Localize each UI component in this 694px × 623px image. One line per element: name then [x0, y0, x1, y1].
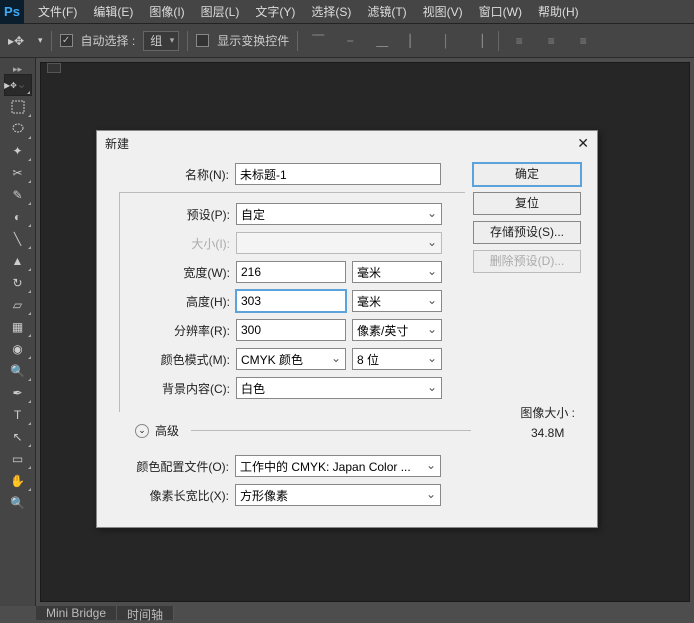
background-select[interactable]: 白色 — [236, 377, 442, 399]
ps-logo: Ps — [0, 0, 24, 24]
menu-edit[interactable]: 编辑(E) — [85, 3, 141, 20]
height-label: 高度(H): — [120, 293, 236, 310]
crop-tool[interactable]: ✂ — [4, 162, 32, 184]
color-mode-select[interactable]: CMYK 颜色 — [236, 348, 346, 370]
auto-select-combo[interactable]: 组 — [143, 31, 179, 51]
color-profile-select[interactable]: 工作中的 CMYK: Japan Color ... — [235, 455, 441, 477]
dialog-buttons: 确定 复位 存储预设(S)... 删除预设(D)... — [473, 163, 581, 273]
align-bottom-icon[interactable]: ⎽ — [370, 30, 394, 52]
history-brush-tool[interactable]: ↻ — [4, 272, 32, 294]
show-transform-checkbox[interactable] — [196, 34, 209, 47]
eyedropper-tool[interactable]: ✎ — [4, 184, 32, 206]
menu-file[interactable]: 文件(F) — [30, 3, 85, 20]
new-document-dialog: 新建 ✕ 名称(N): 确定 复位 存储预设(S)... 删除预设(D)... … — [96, 130, 598, 528]
separator — [297, 31, 298, 51]
dodge-tool[interactable]: 🔍 — [4, 360, 32, 382]
menu-bar: Ps 文件(F) 编辑(E) 图像(I) 图层(L) 文字(Y) 选择(S) 滤… — [0, 0, 694, 24]
menu-type[interactable]: 文字(Y) — [247, 3, 303, 20]
dialog-titlebar: 新建 ✕ — [97, 131, 597, 155]
separator — [187, 31, 188, 51]
auto-select-label: 自动选择 : — [81, 32, 136, 49]
auto-select-checkbox[interactable]: ✓ — [60, 34, 73, 47]
background-label: 背景内容(C): — [120, 380, 236, 397]
eraser-tool[interactable]: ▱ — [4, 294, 32, 316]
dialog-title: 新建 — [105, 135, 129, 152]
divider — [191, 430, 471, 431]
tool-preset-dropdown[interactable]: ▾ — [38, 35, 43, 46]
text-tool[interactable]: T — [4, 404, 32, 426]
height-input[interactable] — [236, 290, 346, 312]
delete-preset-button: 删除预设(D)... — [473, 250, 581, 273]
menu-filter[interactable]: 滤镜(T) — [359, 3, 414, 20]
width-input[interactable] — [236, 261, 346, 283]
close-button[interactable]: ✕ — [577, 135, 589, 152]
shape-tool[interactable]: ▭ — [4, 448, 32, 470]
resolution-unit-select[interactable]: 像素/英寸 — [352, 319, 442, 341]
size-label: 大小(I): — [120, 235, 236, 252]
bit-depth-select[interactable]: 8 位 — [352, 348, 442, 370]
gradient-tool[interactable]: ▦ — [4, 316, 32, 338]
color-mode-label: 颜色模式(M): — [120, 351, 236, 368]
resolution-input[interactable] — [236, 319, 346, 341]
zoom-tool[interactable]: 🔍 — [4, 492, 32, 514]
show-transform-label: 显示变换控件 — [217, 32, 289, 49]
color-profile-label: 颜色配置文件(O): — [109, 458, 235, 475]
wand-tool[interactable]: ✦ — [4, 140, 32, 162]
image-size-value: 34.8M — [520, 423, 575, 443]
heal-tool[interactable]: ◐ — [4, 206, 32, 228]
align-hcenter-icon[interactable]: │ — [434, 30, 458, 52]
path-tool[interactable]: ↖ — [4, 426, 32, 448]
move-tool-icon: ▸✥ — [8, 34, 30, 48]
menu-view[interactable]: 视图(V) — [415, 3, 471, 20]
save-preset-button[interactable]: 存储预设(S)... — [473, 221, 581, 244]
options-bar: ▸✥ ▾ ✓ 自动选择 : 组 显示变换控件 ⎺ ⎯ ⎽ ▏ │ ▕ ≡ ≡ ≡ — [0, 24, 694, 58]
separator — [498, 31, 499, 51]
name-label: 名称(N): — [109, 166, 235, 183]
menu-help[interactable]: 帮助(H) — [530, 3, 587, 20]
pen-tool[interactable]: ✒ — [4, 382, 32, 404]
size-select — [236, 232, 442, 254]
tools-panel: ▸▸ ▸✥ ✦ ✂ ✎ ◐ ╲ ▲ ↻ ▱ ▦ ◉ 🔍 ✒ T ↖ ▭ ✋ 🔍 — [0, 58, 36, 606]
align-top-icon[interactable]: ⎺ — [306, 30, 330, 52]
menu-layer[interactable]: 图层(L) — [193, 3, 248, 20]
tab-mini-bridge[interactable]: Mini Bridge — [36, 606, 117, 620]
menu-window[interactable]: 窗口(W) — [471, 3, 530, 20]
lasso-tool[interactable] — [4, 118, 32, 140]
ok-button[interactable]: 确定 — [473, 163, 581, 186]
distribute-1-icon[interactable]: ≡ — [507, 30, 531, 52]
marquee-tool[interactable] — [4, 96, 32, 118]
align-vcenter-icon[interactable]: ⎯ — [338, 30, 362, 52]
bottom-panel-tabs: Mini Bridge 时间轴 — [36, 606, 174, 620]
move-tool[interactable]: ▸✥ — [4, 74, 32, 96]
stamp-tool[interactable]: ▲ — [4, 250, 32, 272]
advanced-section: ⌄ 高级 — [135, 422, 471, 439]
preset-select[interactable]: 自定 — [236, 203, 442, 225]
image-size-label: 图像大小 : — [520, 403, 575, 423]
separator — [51, 31, 52, 51]
align-left-icon[interactable]: ▏ — [402, 30, 426, 52]
tab-timeline[interactable]: 时间轴 — [117, 606, 174, 620]
panel-tab-icon[interactable] — [47, 63, 61, 73]
resolution-label: 分辨率(R): — [120, 322, 236, 339]
brush-tool[interactable]: ╲ — [4, 228, 32, 250]
distribute-3-icon[interactable]: ≡ — [571, 30, 595, 52]
width-unit-select[interactable]: 毫米 — [352, 261, 442, 283]
image-size-info: 图像大小 : 34.8M — [520, 403, 575, 444]
width-label: 宽度(W): — [120, 264, 236, 281]
distribute-2-icon[interactable]: ≡ — [539, 30, 563, 52]
advanced-label: 高级 — [155, 422, 179, 439]
name-input[interactable] — [235, 163, 441, 185]
hand-tool[interactable]: ✋ — [4, 470, 32, 492]
pixel-aspect-label: 像素长宽比(X): — [109, 487, 235, 504]
preset-label: 预设(P): — [120, 206, 236, 223]
pixel-aspect-select[interactable]: 方形像素 — [235, 484, 441, 506]
menu-select[interactable]: 选择(S) — [303, 3, 359, 20]
menu-image[interactable]: 图像(I) — [141, 3, 192, 20]
advanced-toggle[interactable]: ⌄ — [135, 424, 149, 438]
height-unit-select[interactable]: 毫米 — [352, 290, 442, 312]
cancel-button[interactable]: 复位 — [473, 192, 581, 215]
align-right-icon[interactable]: ▕ — [466, 30, 490, 52]
panel-collapse-icon[interactable]: ▸▸ — [13, 64, 22, 74]
blur-tool[interactable]: ◉ — [4, 338, 32, 360]
